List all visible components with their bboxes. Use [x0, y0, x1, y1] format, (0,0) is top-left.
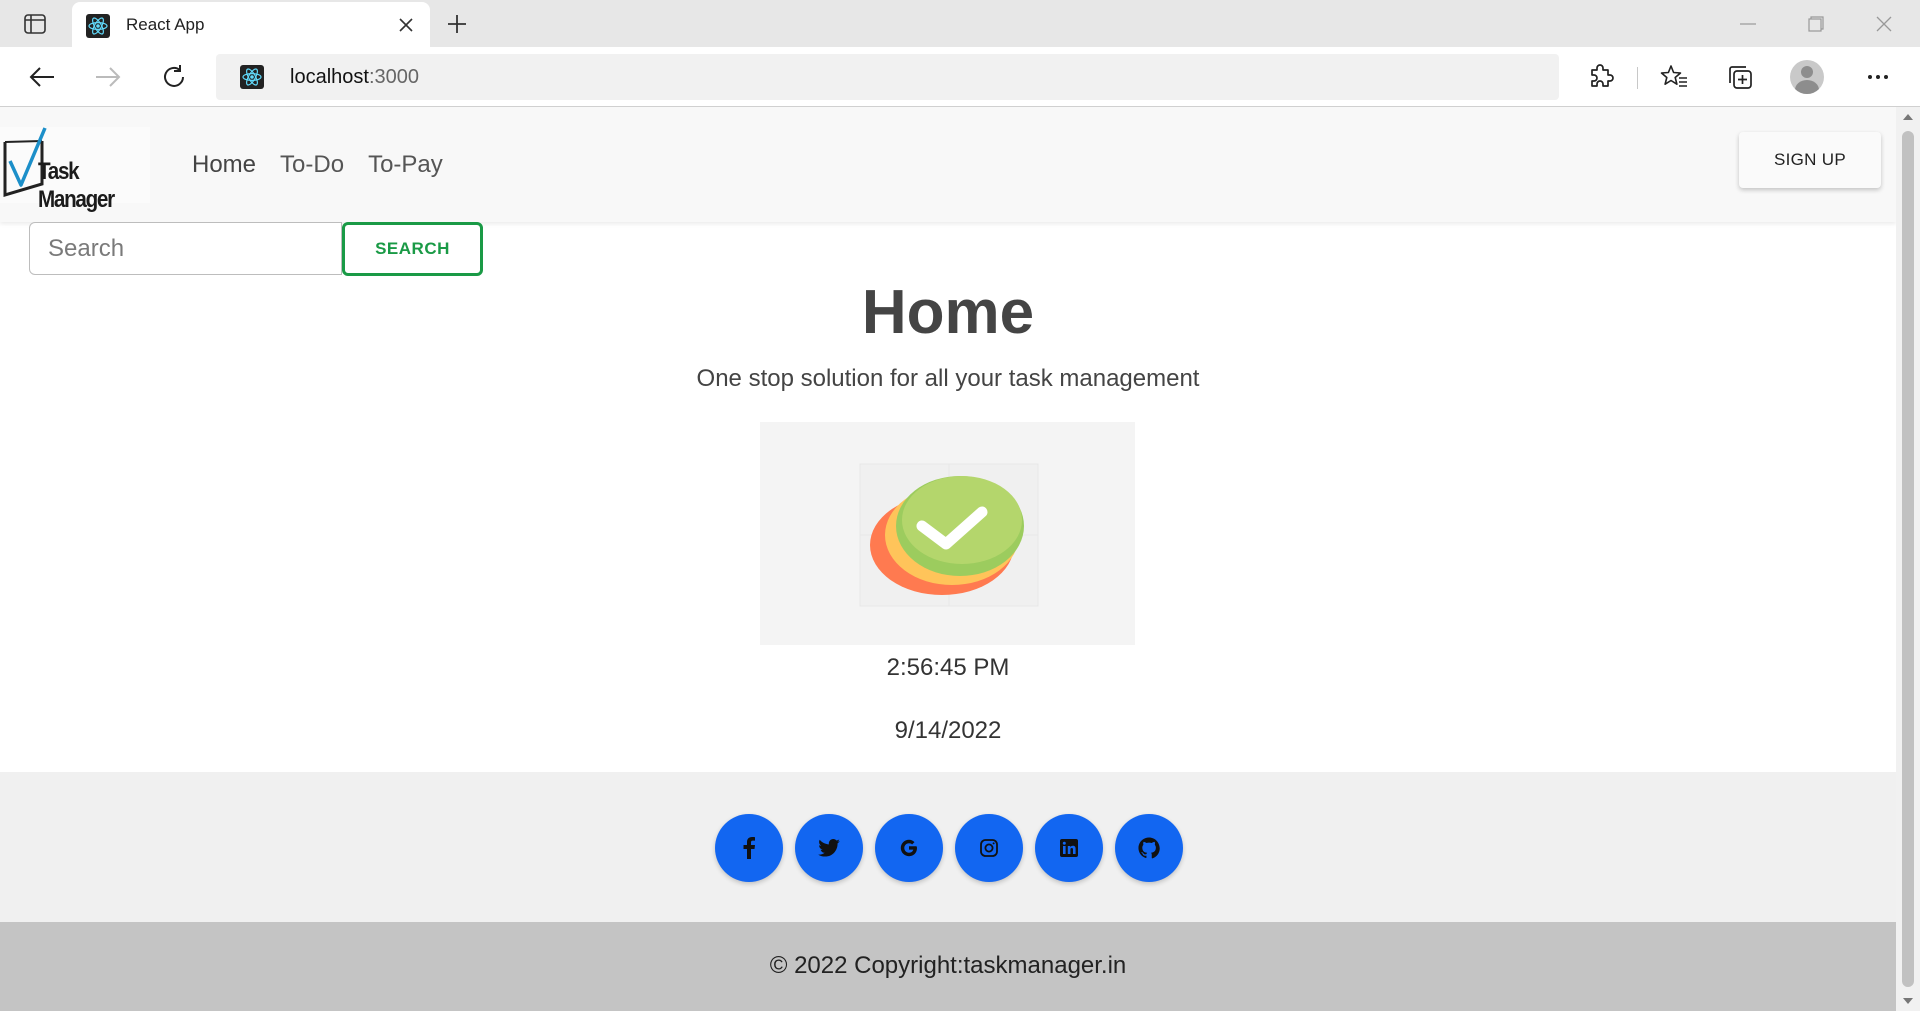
facebook-button[interactable]: [715, 814, 783, 882]
google-icon: [900, 839, 917, 857]
instagram-button[interactable]: [955, 814, 1023, 882]
minimize-icon[interactable]: [1724, 8, 1772, 40]
favorites-icon[interactable]: [1656, 59, 1692, 95]
navbar: Task Manager Home To-Do To-Pay SIGN UP: [0, 107, 1896, 222]
twitter-button[interactable]: [795, 814, 863, 882]
linkedin-icon: [1060, 839, 1078, 857]
url-text[interactable]: localhost:3000: [290, 66, 419, 89]
page-scrollbar[interactable]: [1896, 107, 1920, 1011]
back-arrow-icon[interactable]: [24, 59, 60, 95]
address-bar[interactable]: localhost:3000: [216, 54, 1559, 100]
footer-copyright: © 2022 Copyright:taskmanager.in: [0, 922, 1896, 1011]
profile-avatar-icon[interactable]: [1789, 59, 1825, 95]
page-viewport: Task Manager Home To-Do To-Pay SIGN UP S…: [0, 107, 1896, 1011]
scroll-up-arrow-icon[interactable]: [1902, 111, 1914, 123]
brand-name: Task Manager: [38, 158, 115, 213]
footer-social: [0, 772, 1896, 922]
reload-icon[interactable]: [156, 59, 192, 95]
facebook-icon: [743, 837, 755, 859]
browser-titlebar: React App: [0, 0, 1920, 47]
url-host: localhost: [290, 66, 369, 88]
close-tab-icon[interactable]: [394, 13, 418, 37]
copyright-text: © 2022 Copyright:taskmanager.in: [769, 952, 1127, 979]
brand-logo[interactable]: Task Manager: [0, 127, 150, 213]
social-links: [715, 814, 1183, 882]
tab-title: React App: [126, 15, 205, 34]
scroll-down-arrow-icon[interactable]: [1902, 995, 1914, 1007]
page-subtitle: One stop solution for all your task mana…: [696, 365, 1200, 392]
nav-links: Home To-Do To-Pay: [192, 151, 443, 179]
browser-tab[interactable]: React App: [72, 2, 430, 47]
page-title: Home: [861, 278, 1035, 347]
forward-arrow-icon[interactable]: [90, 59, 126, 95]
github-button[interactable]: [1115, 814, 1183, 882]
toolbar-separator: [1637, 67, 1638, 89]
task-check-illustration: [760, 422, 1135, 645]
clock-date: 9/14/2022: [894, 717, 1002, 744]
browser-toolbar: localhost:3000: [0, 47, 1920, 107]
linkedin-button[interactable]: [1035, 814, 1103, 882]
signup-button[interactable]: SIGN UP: [1739, 132, 1881, 188]
react-favicon-icon: [86, 14, 110, 38]
search-input[interactable]: [29, 222, 342, 275]
google-button[interactable]: [875, 814, 943, 882]
collections-icon[interactable]: [1722, 59, 1758, 95]
tab-actions-icon[interactable]: [20, 10, 50, 38]
search-button[interactable]: SEARCH: [342, 222, 483, 276]
nav-link-topay[interactable]: To-Pay: [368, 151, 443, 179]
github-icon: [1138, 837, 1160, 859]
url-port: :3000: [368, 66, 419, 88]
scrollbar-thumb[interactable]: [1902, 131, 1914, 987]
twitter-icon: [818, 839, 840, 857]
react-favicon-icon: [240, 65, 264, 89]
checkmark-stack-icon: [859, 463, 1039, 607]
nav-link-home[interactable]: Home: [192, 151, 256, 179]
avatar: [1790, 60, 1824, 94]
close-window-icon[interactable]: [1860, 8, 1908, 40]
instagram-icon: [980, 839, 998, 857]
more-menu-icon[interactable]: [1860, 59, 1896, 95]
clock-time: 2:56:45 PM: [886, 654, 1010, 681]
restore-icon[interactable]: [1792, 8, 1840, 40]
nav-link-todo[interactable]: To-Do: [280, 151, 344, 179]
extensions-icon[interactable]: [1583, 59, 1619, 95]
new-tab-icon[interactable]: [442, 10, 472, 38]
